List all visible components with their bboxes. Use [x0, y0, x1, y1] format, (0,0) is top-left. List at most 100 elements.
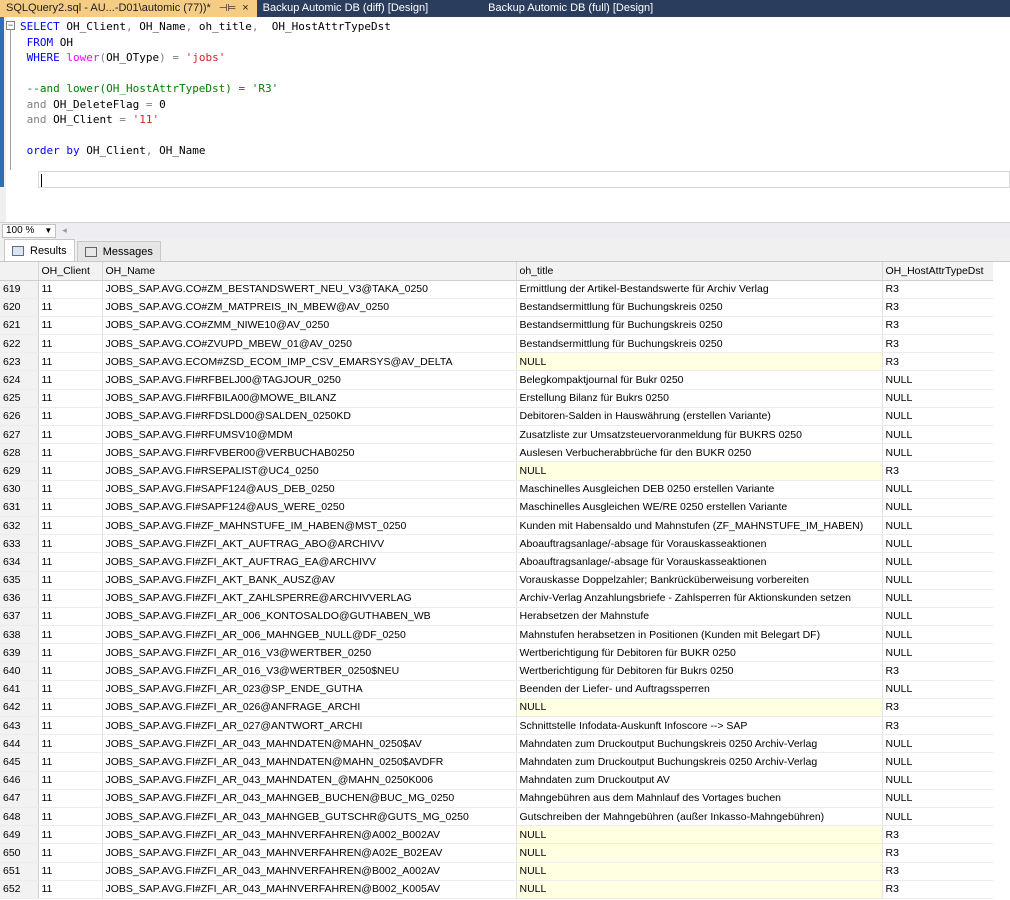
cell-oh-title[interactable]: Mahnstufen herabsetzen in Positionen (Ku…: [516, 625, 883, 645]
table-row[interactable]: 620 11 JOBS_SAP.AVG.CO#ZM_MATPREIS_IN_MBEW…: [0, 298, 994, 317]
cell-oh-hostattrtypedst[interactable]: R3: [882, 661, 994, 681]
cell-oh-client[interactable]: 11: [38, 443, 103, 463]
cell-oh-hostattrtypedst[interactable]: R3: [882, 880, 994, 899]
cell-oh-hostattrtypedst[interactable]: R3: [882, 334, 994, 354]
row-number[interactable]: 619: [0, 280, 39, 299]
cell-oh-client[interactable]: 11: [38, 625, 103, 645]
cell-oh-hostattrtypedst[interactable]: NULL: [882, 625, 994, 645]
cell-oh-client[interactable]: 11: [38, 407, 103, 427]
cell-oh-name[interactable]: JOBS_SAP.AVG.ECOM#ZSD_ECOM_IMP_CSV_EMARS…: [102, 352, 517, 372]
cell-oh-hostattrtypedst[interactable]: NULL: [882, 480, 994, 499]
cell-oh-client[interactable]: 11: [38, 389, 103, 408]
cell-oh-name[interactable]: JOBS_SAP.AVG.FI#ZFI_AKT_ZAHLSPERRE@ARCHI…: [102, 589, 517, 608]
table-row[interactable]: 638 11 JOBS_SAP.AVG.FI#ZFI_AR_006_MAHNGEB_…: [0, 625, 994, 645]
cell-oh-name[interactable]: JOBS_SAP.AVG.CO#ZM_MATPREIS_IN_MBEW@AV_0…: [102, 298, 517, 317]
cell-oh-hostattrtypedst[interactable]: R3: [882, 825, 994, 845]
column-header-rownum[interactable]: [0, 262, 39, 281]
row-number[interactable]: 634: [0, 552, 39, 572]
cell-oh-client[interactable]: 11: [38, 571, 103, 590]
table-row[interactable]: 619 11 JOBS_SAP.AVG.CO#ZM_BESTANDSWERT_NEU…: [0, 280, 994, 299]
cell-oh-title[interactable]: Schnittstelle Infodata-Auskunft Infoscor…: [516, 716, 883, 736]
cell-oh-name[interactable]: JOBS_SAP.AVG.FI#ZFI_AR_006_MAHNGEB_NULL@…: [102, 625, 517, 645]
row-number[interactable]: 652: [0, 880, 39, 899]
cell-oh-client[interactable]: 11: [38, 352, 103, 372]
row-number[interactable]: 649: [0, 825, 39, 845]
cell-oh-title[interactable]: Vorauskasse Doppelzahler; Bankrücküberwe…: [516, 571, 883, 590]
cell-oh-name[interactable]: JOBS_SAP.AVG.FI#ZFI_AR_043_MAHNVERFAHREN…: [102, 880, 517, 899]
row-number[interactable]: 620: [0, 298, 39, 317]
cell-oh-client[interactable]: 11: [38, 661, 103, 681]
cell-oh-client[interactable]: 11: [38, 607, 103, 627]
tab-results[interactable]: Results: [4, 239, 75, 261]
cell-oh-hostattrtypedst[interactable]: NULL: [882, 443, 994, 463]
table-row[interactable]: 635 11 JOBS_SAP.AVG.FI#ZFI_AKT_BANK_AUSZ@A…: [0, 571, 994, 590]
tab-backup-diff[interactable]: Backup Automic DB (diff) [Design]: [257, 0, 434, 17]
cell-oh-name[interactable]: JOBS_SAP.AVG.FI#RFUMSV10@MDM: [102, 425, 517, 445]
cell-oh-client[interactable]: 11: [38, 552, 103, 572]
cell-oh-title[interactable]: Archiv-Verlag Anzahlungsbriefe - Zahlspe…: [516, 589, 883, 608]
table-row[interactable]: 636 11 JOBS_SAP.AVG.FI#ZFI_AKT_ZAHLSPERRE@…: [0, 589, 994, 608]
cell-oh-client[interactable]: 11: [38, 716, 103, 736]
cell-oh-hostattrtypedst[interactable]: NULL: [882, 425, 994, 445]
cell-oh-hostattrtypedst[interactable]: R3: [882, 352, 994, 372]
row-number[interactable]: 637: [0, 607, 39, 627]
row-number[interactable]: 622: [0, 334, 39, 354]
row-number[interactable]: 647: [0, 789, 39, 808]
column-header-oh-hostattrtypedst[interactable]: OH_HostAttrTypeDst: [882, 262, 994, 281]
row-number[interactable]: 625: [0, 389, 39, 408]
cell-oh-title[interactable]: Mahngebühren aus dem Mahnlauf des Vortag…: [516, 789, 883, 808]
cell-oh-title[interactable]: Mahndaten zum Druckoutput AV: [516, 771, 883, 790]
cell-oh-client[interactable]: 11: [38, 334, 103, 354]
cell-oh-name[interactable]: JOBS_SAP.AVG.FI#ZFI_AR_027@ANTWORT_ARCHI: [102, 716, 517, 736]
cell-oh-hostattrtypedst[interactable]: NULL: [882, 807, 994, 827]
cell-oh-client[interactable]: 11: [38, 461, 103, 481]
cell-oh-name[interactable]: JOBS_SAP.AVG.FI#ZFI_AR_016_V3@WERTBER_02…: [102, 643, 517, 663]
cell-oh-name[interactable]: JOBS_SAP.AVG.FI#ZFI_AR_026@ANFRAGE_ARCHI: [102, 698, 517, 718]
row-number[interactable]: 643: [0, 716, 39, 736]
cell-oh-title[interactable]: Erstellung Bilanz für Bukrs 0250: [516, 389, 883, 408]
table-row[interactable]: 645 11 JOBS_SAP.AVG.FI#ZFI_AR_043_MAHNDATE…: [0, 752, 994, 772]
close-icon[interactable]: ×: [242, 0, 248, 17]
tab-sqlquery2[interactable]: SQLQuery2.sql - AU...-D01\automic (77))*…: [0, 0, 257, 17]
cell-oh-hostattrtypedst[interactable]: NULL: [882, 571, 994, 590]
cell-oh-client[interactable]: 11: [38, 825, 103, 845]
table-row[interactable]: 652 11 JOBS_SAP.AVG.FI#ZFI_AR_043_MAHNVERF…: [0, 880, 994, 899]
table-row[interactable]: 648 11 JOBS_SAP.AVG.FI#ZFI_AR_043_MAHNGEB_…: [0, 807, 994, 827]
cell-oh-client[interactable]: 11: [38, 807, 103, 827]
cell-oh-hostattrtypedst[interactable]: R3: [882, 316, 994, 336]
cell-oh-hostattrtypedst[interactable]: NULL: [882, 589, 994, 608]
row-number[interactable]: 624: [0, 370, 39, 390]
cell-oh-title[interactable]: Zusatzliste zur Umsatzsteuervoranmeldung…: [516, 425, 883, 445]
table-row[interactable]: 622 11 JOBS_SAP.AVG.CO#ZVUPD_MBEW_01@AV_02…: [0, 334, 994, 354]
row-number[interactable]: 626: [0, 407, 39, 427]
cell-oh-client[interactable]: 11: [38, 752, 103, 772]
cell-oh-name[interactable]: JOBS_SAP.AVG.CO#ZMM_NIWE10@AV_0250: [102, 316, 517, 336]
cell-oh-client[interactable]: 11: [38, 843, 103, 863]
cell-oh-hostattrtypedst[interactable]: NULL: [882, 498, 994, 517]
cell-oh-hostattrtypedst[interactable]: R3: [882, 280, 994, 299]
cell-oh-client[interactable]: 11: [38, 370, 103, 390]
row-number[interactable]: 630: [0, 480, 39, 499]
cell-oh-name[interactable]: JOBS_SAP.AVG.FI#ZFI_AR_043_MAHNDATEN_@MA…: [102, 771, 517, 790]
row-number[interactable]: 638: [0, 625, 39, 645]
row-number[interactable]: 623: [0, 352, 39, 372]
cell-oh-hostattrtypedst[interactable]: NULL: [882, 389, 994, 408]
cell-oh-client[interactable]: 11: [38, 789, 103, 808]
table-row[interactable]: 631 11 JOBS_SAP.AVG.FI#SAPF124@AUS_WERE_02…: [0, 498, 994, 517]
row-number[interactable]: 628: [0, 443, 39, 463]
cell-oh-hostattrtypedst[interactable]: NULL: [882, 789, 994, 808]
cell-oh-name[interactable]: JOBS_SAP.AVG.CO#ZVUPD_MBEW_01@AV_0250: [102, 334, 517, 354]
cell-oh-title[interactable]: Bestandsermittlung für Buchungskreis 025…: [516, 316, 883, 336]
cell-oh-title[interactable]: NULL: [516, 825, 883, 845]
cell-oh-name[interactable]: JOBS_SAP.AVG.FI#ZFI_AR_043_MAHNGEB_GUTSC…: [102, 807, 517, 827]
cell-oh-hostattrtypedst[interactable]: NULL: [882, 680, 994, 699]
cell-oh-name[interactable]: JOBS_SAP.AVG.FI#RSEPALIST@UC4_0250: [102, 461, 517, 481]
cell-oh-hostattrtypedst[interactable]: NULL: [882, 752, 994, 772]
row-number[interactable]: 646: [0, 771, 39, 790]
cell-oh-title[interactable]: NULL: [516, 698, 883, 718]
cell-oh-title[interactable]: Wertberichtigung für Debitoren für BUKR …: [516, 643, 883, 663]
row-number[interactable]: 651: [0, 862, 39, 881]
cell-oh-title[interactable]: Mahndaten zum Druckoutput Buchungskreis …: [516, 752, 883, 772]
row-number[interactable]: 632: [0, 516, 39, 536]
cell-oh-hostattrtypedst[interactable]: NULL: [882, 552, 994, 572]
